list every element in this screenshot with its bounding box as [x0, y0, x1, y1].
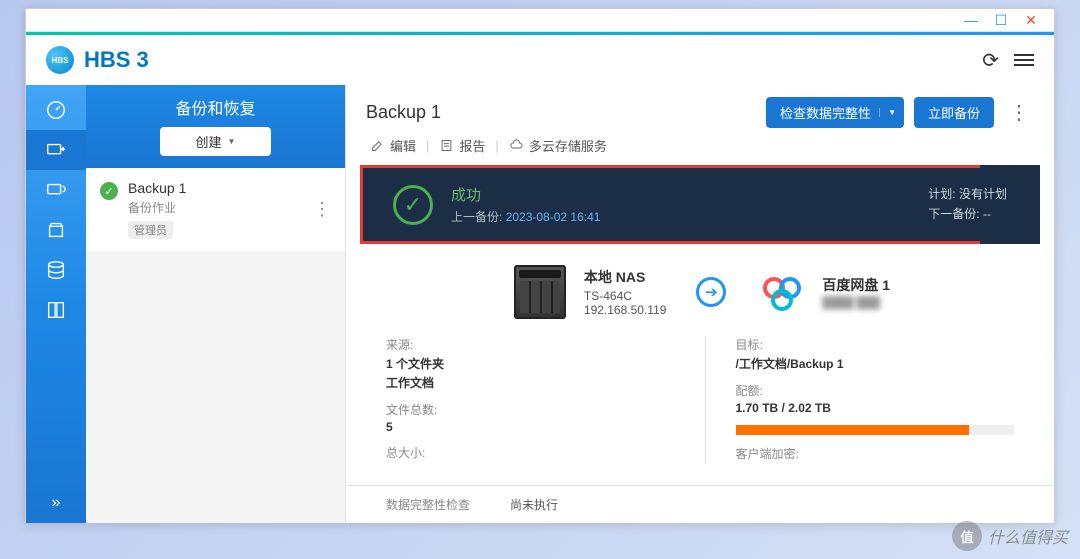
titlebar: — ☐ ✕	[26, 9, 1054, 31]
dest-subtitle-blurred: ████ ███	[822, 297, 890, 309]
hamburger-icon[interactable]	[1014, 54, 1034, 66]
watermark-text: 什么值得买	[988, 524, 1068, 548]
app-title: HBS 3	[84, 47, 149, 73]
detail-columns: 来源: 1 个文件夹 工作文档 文件总数: 5 总大小: 目标: /工作文档/B…	[346, 336, 1054, 464]
nav-dashboard[interactable]	[26, 90, 86, 130]
baidu-cloud-icon	[756, 266, 808, 318]
source-endpoint: 本地 NAS TS-464C 192.168.50.119	[510, 262, 667, 322]
status-next: 下一备份: --	[928, 205, 1007, 222]
job-owner-badge: 管理员	[128, 221, 173, 239]
source-path: 工作文档	[386, 374, 665, 391]
source-title: 本地 NAS	[584, 267, 667, 287]
maximize-button[interactable]: ☐	[986, 11, 1016, 29]
nav-sync[interactable]	[26, 170, 86, 210]
status-banner: ✓ 成功 上一备份: 2023-08-02 16:41 计划: 没有计划 下一备…	[360, 165, 1040, 244]
integrity-label: 数据完整性检查	[386, 496, 470, 513]
transfer-diagram: 本地 NAS TS-464C 192.168.50.119 ➔ 百度网盘 1 █…	[346, 244, 1054, 336]
job-list-panel: 备份和恢复 创建 ✓ Backup 1 备份作业 管理员 ⋮	[86, 85, 346, 523]
main-more-icon[interactable]: ⋮	[1004, 100, 1034, 125]
nav-collapse-icon[interactable]: »	[26, 483, 86, 523]
target-value: /工作文档/Backup 1	[736, 355, 1015, 372]
dest-title: 百度网盘 1	[822, 275, 890, 295]
integrity-value: 尚未执行	[510, 496, 558, 513]
success-icon: ✓	[100, 182, 118, 200]
source-model: TS-464C	[584, 289, 667, 303]
refresh-icon[interactable]: ⟳	[982, 48, 999, 73]
report-action[interactable]: 报告	[435, 136, 489, 155]
create-button[interactable]: 创建	[160, 127, 272, 156]
list-header: 备份和恢复 创建	[86, 85, 345, 168]
edit-action[interactable]: 编辑	[366, 136, 420, 155]
nav-jobs[interactable]	[26, 210, 86, 250]
cloud-icon	[509, 138, 524, 153]
status-plan: 计划: 没有计划	[928, 185, 1007, 202]
nav-storage[interactable]	[26, 250, 86, 290]
nav-backup-restore[interactable]	[26, 130, 86, 170]
arrow-right-icon: ➔	[696, 277, 726, 307]
job-type: 备份作业	[128, 199, 303, 216]
target-label: 目标:	[736, 336, 1015, 353]
multicloud-action[interactable]: 多云存储服务	[505, 136, 611, 155]
status-success-icon: ✓	[393, 185, 433, 225]
job-list-item[interactable]: ✓ Backup 1 备份作业 管理员 ⋮	[86, 168, 345, 251]
job-more-icon[interactable]: ⋮	[313, 199, 331, 220]
source-count: 1 个文件夹	[386, 355, 665, 372]
watermark-icon: 值	[952, 521, 982, 551]
footer-row: 数据完整性检查 尚未执行	[346, 485, 1054, 523]
header-bar: HBS HBS 3 ⟳	[26, 35, 1054, 85]
size-label: 总大小:	[386, 444, 665, 461]
action-row: 编辑 | 报告 | 多云存储服务	[346, 136, 1054, 165]
source-label: 来源:	[386, 336, 665, 353]
nav-rail: »	[26, 85, 86, 523]
app-window: — ☐ ✕ HBS HBS 3 ⟳ » 备份和恢复 创建 ✓	[25, 8, 1055, 523]
files-value: 5	[386, 420, 665, 434]
files-label: 文件总数:	[386, 401, 665, 418]
source-ip: 192.168.50.119	[584, 303, 667, 317]
list-header-title: 备份和恢复	[86, 95, 345, 119]
minimize-button[interactable]: —	[956, 11, 986, 29]
quota-bar	[736, 425, 1015, 435]
job-name: Backup 1	[128, 180, 303, 196]
nas-icon	[514, 265, 566, 319]
close-button[interactable]: ✕	[1016, 11, 1046, 29]
status-last-backup: 上一备份: 2023-08-02 16:41	[451, 208, 910, 225]
edit-icon	[370, 138, 385, 153]
quota-label: 配额:	[736, 382, 1015, 399]
encrypt-label: 客户端加密:	[736, 445, 1015, 462]
page-title: Backup 1	[366, 102, 756, 123]
nav-logs[interactable]	[26, 290, 86, 330]
app-logo: HBS	[46, 46, 74, 74]
main-panel: Backup 1 检查数据完整性 立即备份 ⋮ 编辑 | 报告 |	[346, 85, 1054, 523]
check-integrity-button[interactable]: 检查数据完整性	[766, 97, 904, 128]
dest-endpoint: 百度网盘 1 ████ ███	[756, 266, 890, 318]
backup-now-button[interactable]: 立即备份	[914, 97, 994, 128]
report-icon	[439, 138, 454, 153]
watermark: 值 什么值得买	[952, 521, 1068, 551]
quota-value: 1.70 TB / 2.02 TB	[736, 401, 1015, 415]
status-title: 成功	[451, 184, 910, 205]
